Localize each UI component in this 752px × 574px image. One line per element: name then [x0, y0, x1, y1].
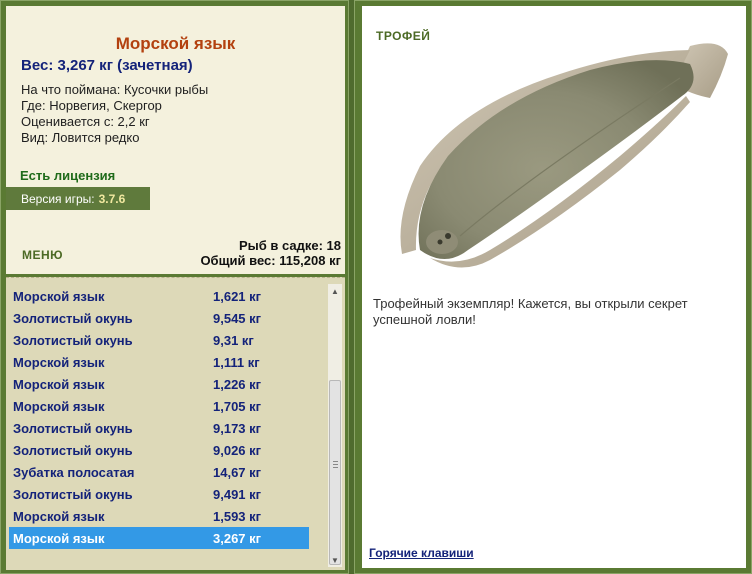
catch-fish-weight: 9,31 кг [213, 332, 254, 348]
left-panel: Морской язык Вес: 3,267 кг (зачетная) На… [0, 0, 349, 574]
catch-fish-name: Золотистый окунь [13, 310, 133, 326]
catch-list-row[interactable]: Золотистый окунь 9,31 кг [9, 329, 309, 351]
catch-list-row[interactable]: Золотистый окунь 9,491 кг [9, 483, 309, 505]
trophy-card: ТРОФЕЙ Трофейный экземпляр! Кажется, вы … [362, 6, 746, 568]
catch-fish-weight: 14,67 кг [213, 464, 262, 480]
catch-fish-weight: 1,621 кг [213, 288, 262, 304]
catch-fish-name: Зубатка полосатая [13, 464, 135, 480]
catch-fish-weight: 9,026 кг [213, 442, 262, 458]
catch-list-row[interactable]: Зубатка полосатая 14,67 кг [9, 461, 309, 483]
fish-image [400, 43, 728, 268]
scrollbar[interactable]: ▲ ▼ [328, 284, 342, 567]
catch-fish-name: Золотистый окунь [13, 442, 133, 458]
catch-fish-weight: 1,593 кг [213, 508, 262, 524]
arrow-up-icon[interactable]: ▲ [328, 284, 342, 298]
catch-list-row[interactable]: Морской язык 1,621 кг [9, 285, 309, 307]
hotkeys-link[interactable]: Горячие клавиши [369, 546, 474, 560]
fish-info-card: Морской язык Вес: 3,267 кг (зачетная) На… [6, 6, 345, 274]
scroll-thumb[interactable] [329, 380, 341, 565]
catch-list-row[interactable]: Морской язык 1,111 кг [9, 351, 309, 373]
fish-value: Оценивается с: 2,2 кг [21, 114, 150, 129]
fish-weight: Вес: 3,267 кг (зачетная) [21, 57, 193, 74]
right-panel: ТРОФЕЙ Трофейный экземпляр! Кажется, вы … [354, 0, 752, 574]
catch-list-row[interactable]: Морской язык 1,593 кг [9, 505, 309, 527]
version-badge: Версия игры: 3.7.6 [6, 187, 150, 210]
catch-fish-weight: 9,491 кг [213, 486, 262, 502]
catch-fish-weight: 9,545 кг [213, 310, 262, 326]
version-label: Версия игры: [21, 191, 95, 206]
arrow-down-icon[interactable]: ▼ [328, 553, 342, 567]
catch-fish-name: Золотистый окунь [13, 332, 133, 348]
catch-fish-name: Золотистый окунь [13, 420, 133, 436]
net-stats: Рыб в садке: 18 Общий вес: 115,208 кг [200, 238, 341, 268]
version-value: 3.7.6 [98, 191, 126, 206]
catch-fish-name: Морской язык [13, 354, 105, 370]
catch-list-row[interactable]: Морской язык 1,226 кг [9, 373, 309, 395]
fish-bait: На что поймана: Кусочки рыбы [21, 82, 209, 97]
catch-fish-weight: 1,705 кг [213, 398, 262, 414]
trophy-message: Трофейный экземпляр! Кажется, вы открыли… [373, 296, 688, 327]
catch-list-row[interactable]: Золотистый окунь 9,173 кг [9, 417, 309, 439]
fish-count: Рыб в садке: 18 [238, 238, 341, 253]
menu-button[interactable]: МЕНЮ [22, 248, 63, 262]
catch-fish-weight: 1,111 кг [213, 354, 260, 370]
catch-fish-weight: 9,173 кг [213, 420, 262, 436]
catch-fish-name: Золотистый окунь [13, 486, 133, 502]
catch-list-row[interactable]: Золотистый окунь 9,026 кг [9, 439, 309, 461]
catch-fish-name: Морской язык [13, 398, 105, 414]
total-weight: Общий вес: 115,208 кг [200, 253, 341, 268]
catch-fish-name: Морской язык [13, 530, 105, 546]
catch-list-row[interactable]: Морской язык 3,267 кг [9, 527, 309, 549]
catch-list[interactable]: Морской язык 1,621 кг Золотистый окунь 9,54… [6, 277, 345, 570]
catch-fish-weight: 3,267 кг [213, 530, 262, 546]
fish-location: Где: Норвегия, Скергор [21, 98, 162, 113]
fish-title: Морской язык [115, 34, 236, 53]
catch-list-row[interactable]: Золотистый окунь 9,545 кг [9, 307, 309, 329]
catch-fish-name: Морской язык [13, 508, 105, 524]
catch-fish-weight: 1,226 кг [213, 376, 262, 392]
catch-fish-name: Морской язык [13, 376, 105, 392]
license-status: Есть лицензия [20, 168, 116, 183]
catch-fish-name: Морской язык [13, 288, 105, 304]
fish-rarity: Вид: Ловится редко [21, 130, 140, 145]
catch-list-row[interactable]: Морской язык 1,705 кг [9, 395, 309, 417]
